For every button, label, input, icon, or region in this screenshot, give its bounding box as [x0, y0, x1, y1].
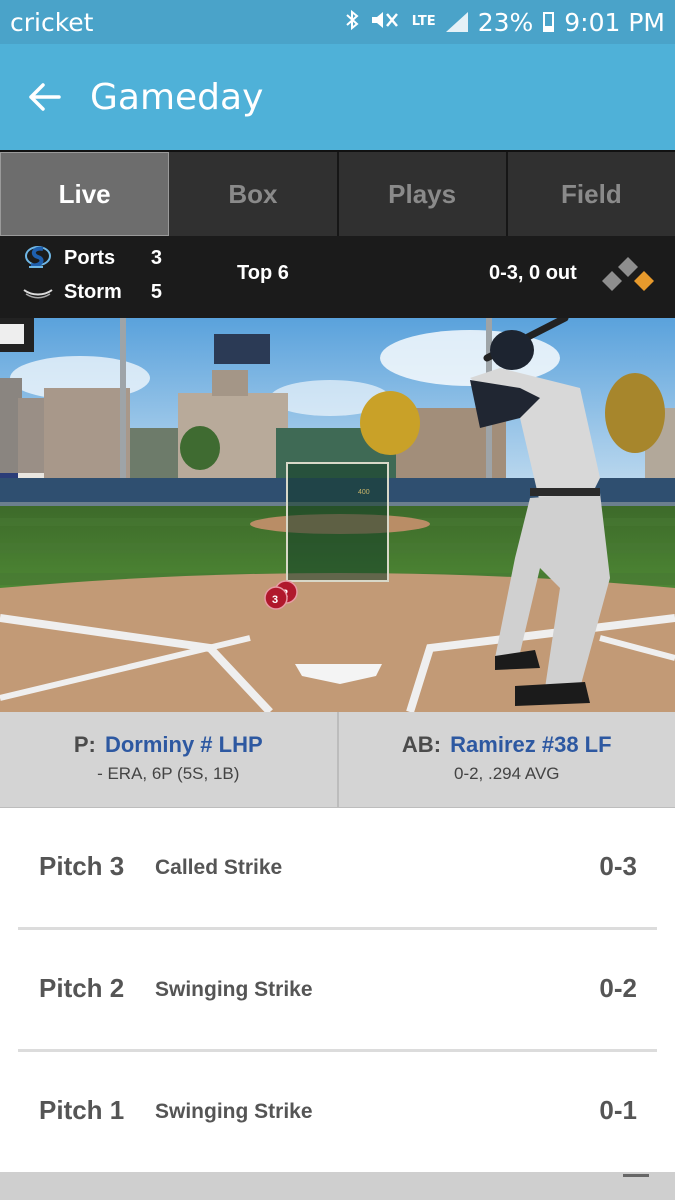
- pitch-number: Pitch 1: [39, 1095, 125, 1125]
- field-scene: 400 2 3: [0, 318, 675, 712]
- pitcher-prefix: P:: [73, 732, 96, 757]
- away-team-name: Ports: [64, 246, 116, 269]
- ports-logo-icon: [22, 242, 54, 274]
- battery-percent: 23%: [477, 7, 534, 37]
- battery-icon: [543, 12, 555, 32]
- batter-cell: AB: Ramirez #38 LF 0-2, .294 AVG: [339, 712, 675, 807]
- status-icons: LTE 23% 9:01 PM: [344, 8, 665, 37]
- pitch-count: 0-2: [599, 973, 637, 1003]
- tab-plays[interactable]: Plays: [338, 152, 508, 236]
- signal-icon: [445, 12, 468, 32]
- pitch-count: 0-3: [599, 851, 637, 881]
- pitcher-name-link[interactable]: Dorminy # LHP: [105, 732, 263, 757]
- carrier-label: cricket: [10, 7, 94, 37]
- scoreboard: Ports 3 Storm 5 Top 6 0-3, 0 out: [0, 236, 675, 318]
- list-item[interactable]: Pitch 1 Swinging Strike 0-1: [18, 1052, 657, 1174]
- pitch-result: Swinging Strike: [155, 978, 313, 1001]
- drawer-handle-icon: [623, 1174, 649, 1177]
- gameday-tabs: Live Box Plays Field: [0, 150, 675, 236]
- matchup-panel: P: Dorminy # LHP - ERA, 6P (5S, 1B) AB: …: [0, 712, 675, 808]
- clock: 9:01 PM: [564, 7, 665, 37]
- strike-zone-label: 400: [358, 489, 370, 496]
- mute-icon: [370, 9, 402, 36]
- pitch-result: Swinging Strike: [155, 1100, 313, 1123]
- batter-prefix: AB:: [401, 732, 442, 757]
- pitcher-cell: P: Dorminy # LHP - ERA, 6P (5S, 1B): [0, 712, 339, 807]
- pitcher-stats: - ERA, 6P (5S, 1B): [97, 764, 240, 783]
- home-team-name: Storm: [64, 280, 122, 303]
- inning-label: Top 6: [237, 262, 289, 284]
- home-team-score: 5: [150, 280, 162, 303]
- status-bar: cricket LTE 23% 9:01 PM: [0, 0, 675, 44]
- pitch-result: Called Strike: [155, 856, 283, 879]
- pitch-number: Pitch 3: [39, 851, 125, 881]
- tab-field[interactable]: Field: [507, 152, 675, 236]
- list-item[interactable]: Pitch 2 Swinging Strike 0-2: [18, 930, 657, 1052]
- pitch-marker-3-label: 3: [272, 594, 278, 606]
- network-type: LTE: [411, 14, 436, 29]
- tab-live[interactable]: Live: [0, 152, 170, 236]
- list-item[interactable]: Pitch 3 Called Strike 0-3: [18, 808, 657, 930]
- bases-diamond-icon: [602, 257, 654, 291]
- pitch-number: Pitch 2: [39, 973, 125, 1003]
- field-view: 400 2 3: [0, 318, 675, 712]
- pitch-list: Pitch 3 Called Strike 0-3 Pitch 2 Swingi…: [0, 808, 675, 1174]
- pitch-count: 0-1: [599, 1095, 637, 1125]
- count-label: 0-3, 0 out: [489, 262, 577, 284]
- away-team-score: 3: [150, 246, 162, 269]
- tab-box[interactable]: Box: [169, 152, 339, 236]
- storm-logo-icon: [22, 276, 54, 308]
- away-team-row: Ports 3: [22, 242, 162, 274]
- bluetooth-icon: [344, 9, 360, 36]
- page-title: Gameday: [90, 76, 264, 118]
- batter-stats: 0-2, .294 AVG: [453, 764, 560, 783]
- back-arrow-icon[interactable]: [24, 77, 64, 117]
- batter-name-link[interactable]: Ramirez #38 LF: [450, 732, 611, 757]
- home-team-row: Storm 5: [22, 276, 162, 308]
- bottom-drawer[interactable]: [0, 1172, 675, 1200]
- app-bar: Gameday: [0, 44, 675, 150]
